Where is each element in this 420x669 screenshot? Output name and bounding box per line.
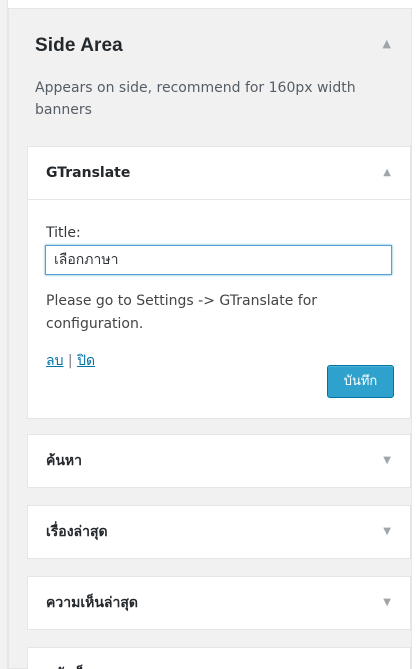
link-separator: | [67, 353, 73, 369]
sidebar-header[interactable]: Side Area ▲ Appears on side, recommend f… [9, 9, 411, 139]
widget-gtranslate: GTranslate ▲ Title: Please go to Setting… [27, 146, 411, 419]
widget-form: Title: Please go to Settings -> GTransla… [28, 200, 410, 418]
close-link[interactable]: ปิด [77, 353, 95, 369]
arrow-down-icon[interactable]: ▼ [383, 435, 391, 487]
title-input[interactable] [45, 245, 392, 275]
configuration-note: Please go to Settings -> GTranslate for … [46, 293, 318, 332]
widget-search: ค้นหา ▼ [27, 434, 411, 488]
sidebar-description: Appears on side, recommend for 160px wid… [35, 80, 356, 118]
widget-archives: คลังเก็บ ▼ [27, 647, 411, 669]
widget-header-search[interactable]: ค้นหา ▼ [28, 435, 410, 487]
delete-link[interactable]: ลบ [46, 353, 63, 369]
widget-sidebar-side-area: Side Area ▲ Appears on side, recommend f… [8, 8, 412, 669]
arrow-down-icon[interactable]: ▼ [383, 648, 391, 669]
left-divider [0, 0, 8, 669]
widget-recent-comments: ความเห็นล่าสุด ▼ [27, 576, 411, 630]
save-button[interactable]: บันทึก [327, 365, 394, 398]
widget-title: ความเห็นล่าสุด [46, 595, 138, 611]
widget-control-links: ลบ | ปิด [46, 350, 95, 372]
sidebar-title: Side Area [35, 35, 123, 56]
widget-title: คลังเก็บ [46, 648, 93, 669]
widget-header-archives[interactable]: คลังเก็บ ▼ [28, 648, 410, 669]
widget-header-recent-posts[interactable]: เรื่องล่าสุด ▼ [28, 506, 410, 558]
widget-header-gtranslate[interactable]: GTranslate ▲ [28, 147, 410, 200]
widget-recent-posts: เรื่องล่าสุด ▼ [27, 505, 411, 559]
widget-title: เรื่องล่าสุด [46, 524, 108, 540]
widget-header-recent-comments[interactable]: ความเห็นล่าสุด ▼ [28, 577, 410, 629]
widget-title: ค้นหา [46, 453, 83, 469]
widget-title: GTranslate [46, 165, 131, 181]
arrow-up-icon[interactable]: ▲ [383, 147, 391, 199]
arrow-down-icon[interactable]: ▼ [383, 577, 391, 629]
arrow-down-icon[interactable]: ▼ [383, 506, 391, 558]
title-field-label: Title: [46, 225, 81, 241]
arrow-up-icon[interactable]: ▲ [383, 37, 391, 50]
